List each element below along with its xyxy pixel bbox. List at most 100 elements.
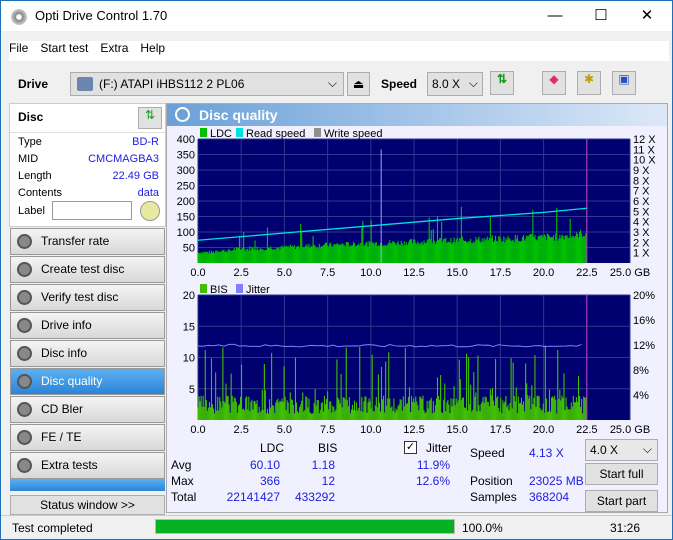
y-tick-label: 50 [183, 243, 195, 255]
nav-create-test-disc[interactable]: Create test disc [10, 256, 165, 283]
nav-label: Drive info [41, 318, 92, 332]
x-tick-label: 5.0 [277, 424, 292, 435]
speed-select[interactable]: 8.0 X ⌵ [427, 72, 483, 96]
samples-value: 368204 [529, 490, 570, 504]
label-disc-button[interactable] [140, 201, 160, 221]
nav-icon [17, 458, 32, 473]
disc-mid-label: MID [18, 153, 39, 165]
nav-transfer-rate[interactable]: Transfer rate [10, 228, 165, 255]
legend-swatch [236, 284, 243, 293]
speed-value: 8.0 X [432, 77, 461, 91]
disc-length-value: 22.49 GB [112, 170, 159, 182]
test-speed-value: 4.0 X [590, 443, 619, 457]
speed-value: 4.13 X [529, 446, 564, 460]
col-ldc: LDC [260, 441, 285, 455]
test-speed-select[interactable]: 4.0 X ⌵ [585, 439, 658, 461]
y-tick-label: 20 [183, 290, 195, 302]
nav-disc-quality[interactable]: Disc quality [10, 368, 165, 395]
nav-label: Verify test disc [41, 290, 119, 304]
save-icon[interactable]: ▣ [612, 71, 636, 95]
app-window: Opti Drive Control 1.70 — ☐ ✕ File Start … [0, 0, 673, 540]
nav-icon [17, 402, 32, 417]
speed-label: Speed [470, 446, 505, 460]
menu-extra[interactable]: Extra [100, 41, 128, 55]
y2-tick-label: 4% [633, 390, 649, 402]
x-tick-label: 10.0 [360, 424, 381, 435]
start-full-button[interactable]: Start full [585, 463, 658, 485]
x-tick-label: 20.0 [533, 424, 554, 435]
legend-label: Write speed [324, 128, 383, 140]
nav-label: FE / TE [41, 430, 82, 444]
nav-icon [17, 346, 32, 361]
refresh-button[interactable]: ⇅ [490, 71, 514, 95]
position-value: 23025 MB [529, 474, 584, 488]
speed-label: Speed [381, 77, 418, 91]
label-input[interactable] [52, 201, 132, 220]
legend-swatch [314, 128, 321, 137]
x-tick-label: 7.5 [320, 267, 335, 279]
x-tick-label: 15.0 [446, 267, 467, 279]
samples-label: Samples [470, 490, 517, 504]
stat-ldc: 366 [259, 474, 280, 488]
nav-label: Disc info [41, 346, 88, 360]
x-tick-label: 5.0 [277, 267, 292, 279]
nav-fe-te[interactable]: FE / TE [10, 424, 165, 451]
menu-file[interactable]: File [9, 41, 28, 55]
menu-help[interactable]: Help [140, 41, 165, 55]
stat-bis: 1.18 [311, 458, 335, 472]
legend-swatch [200, 128, 207, 137]
nav-label: Disc quality [41, 374, 103, 388]
x-tick-label: 17.5 [490, 267, 511, 279]
menu-start-test[interactable]: Start test [40, 41, 88, 55]
y-tick-label: 10 [183, 353, 195, 365]
panel-header: Disc quality [167, 104, 667, 126]
nav-icon [17, 374, 32, 389]
nav-extra-tests[interactable]: Extra tests [10, 452, 165, 479]
drive-select[interactable]: (F:) ATAPI iHBS112 2 PL06 ⌵ [70, 72, 344, 96]
x-tick-label: 12.5 [403, 267, 424, 279]
y-tick-label: 250 [177, 181, 195, 193]
status-window-button[interactable]: Status window >> [10, 495, 165, 515]
x-tick-label: 0.0 [190, 267, 205, 279]
x-tick-label: 2.5 [234, 267, 249, 279]
status-text: Test completed [12, 521, 93, 535]
drive-icon [77, 77, 93, 91]
x-tick-label: 10.0 [360, 267, 381, 279]
maximize-button[interactable]: ☐ [578, 1, 624, 31]
jitter-checkbox[interactable]: ✓ [404, 441, 417, 454]
eject-button[interactable]: ⏏ [347, 72, 370, 96]
y2-tick-label: 8% [633, 365, 649, 377]
x-tick-label: 17.5 [490, 424, 511, 435]
settings-button[interactable]: ✱ [577, 71, 601, 95]
nav-cd-bler[interactable]: CD Bler [10, 396, 165, 423]
x-tick-label: 20.0 [533, 267, 554, 279]
legend-swatch [200, 284, 207, 293]
position-label: Position [470, 474, 513, 488]
stat-jitter: 12.6% [415, 474, 450, 488]
x-tick-label: 12.5 [403, 424, 424, 435]
charts-area: 4003503002502001501005012 X11 X10 X9 X8 … [177, 128, 656, 435]
y-tick-label: 300 [177, 165, 195, 177]
erase-button[interactable]: ◆ [542, 71, 566, 95]
stat-ldc: 22141427 [226, 490, 280, 504]
x-tick-label: 22.5 [576, 267, 597, 279]
drive-value: (F:) ATAPI iHBS112 2 PL06 [99, 77, 245, 91]
y2-tick-label: 1 X [633, 248, 650, 260]
y-tick-label: 15 [183, 321, 195, 333]
close-button[interactable]: ✕ [624, 1, 670, 31]
minimize-button[interactable]: — [532, 1, 578, 31]
disc-mid-value: CMCMAGBA3 [88, 153, 159, 165]
x-tick-label: 15.0 [446, 424, 467, 435]
panel-title: Disc quality [199, 107, 278, 123]
elapsed-time: 31:26 [610, 521, 641, 535]
chevron-down-icon: ⌵ [327, 76, 337, 90]
y-tick-label: 5 [189, 384, 195, 396]
start-part-button[interactable]: Start part [585, 490, 658, 512]
disc-refresh-button[interactable]: ⇅ [138, 107, 162, 129]
nav-drive-info[interactable]: Drive info [10, 312, 165, 339]
chevron-down-icon: ⌵ [642, 442, 652, 456]
legend-label: Jitter [246, 284, 270, 296]
nav-disc-info[interactable]: Disc info [10, 340, 165, 367]
y-tick-label: 150 [177, 212, 195, 224]
nav-verify-test-disc[interactable]: Verify test disc [10, 284, 165, 311]
